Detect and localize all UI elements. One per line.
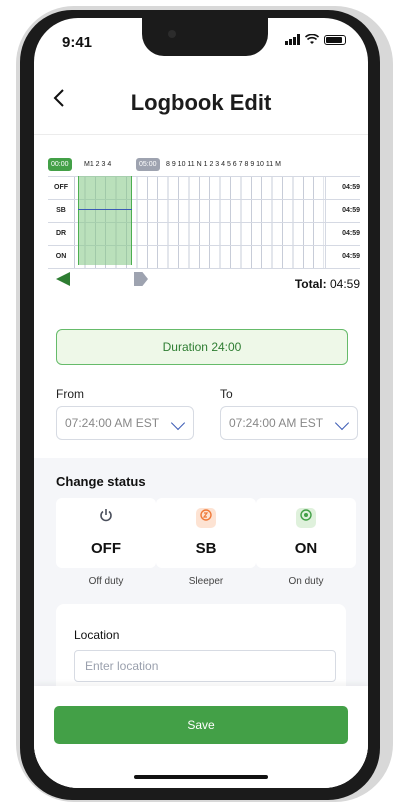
duration-badge: Duration 24:00: [56, 329, 348, 365]
range-start-handle[interactable]: [56, 272, 70, 286]
from-time-select[interactable]: 07:24:00 AM EST: [56, 406, 194, 440]
save-button[interactable]: Save: [54, 706, 348, 744]
start-time-badge: 00:00: [48, 158, 72, 171]
status-icons: [285, 34, 346, 45]
status-code: OFF: [91, 540, 121, 557]
total-value: 04:59: [329, 277, 360, 291]
from-label: From: [56, 387, 84, 401]
hour-labels-right: 8 9 10 11 N 1 2 3 4 5 6 7 8 9 10 11 M: [166, 161, 281, 168]
row-total: 04:59: [325, 223, 360, 245]
bottom-bar: Save: [34, 686, 368, 788]
status-off-button[interactable]: OFF: [56, 498, 156, 568]
signal-icon: [285, 34, 300, 45]
total-label: Total:: [294, 277, 327, 291]
battery-icon: [324, 34, 346, 45]
to-time-value: 07:24:00 AM EST: [229, 416, 324, 430]
location-label: Location: [74, 628, 120, 642]
range-end-handle[interactable]: [134, 272, 148, 286]
chevron-down-icon: [334, 415, 350, 431]
from-time-value: 07:24:00 AM EST: [65, 416, 160, 430]
status-sb-button[interactable]: SB: [156, 498, 256, 568]
target-icon: [296, 508, 316, 528]
home-indicator: [134, 775, 268, 779]
row-total: 04:59: [325, 200, 360, 222]
status-time: 9:41: [62, 34, 93, 51]
log-grid[interactable]: 00:00 M1 2 3 4 05:00 8 9 10 11 N 1 2 3 4…: [48, 158, 360, 313]
location-input[interactable]: Enter location: [74, 650, 336, 682]
change-status-title: Change status: [56, 474, 146, 489]
status-code: ON: [294, 540, 318, 557]
sleeper-icon: [196, 508, 216, 528]
selected-range[interactable]: [78, 176, 132, 265]
row-total: 04:59: [325, 177, 360, 199]
hour-labels: 00:00 M1 2 3 4 05:00 8 9 10 11 N 1 2 3 4…: [48, 158, 360, 172]
sleeper-status-line: [78, 209, 132, 210]
row-label: ON: [48, 246, 75, 268]
status-code: SB: [195, 540, 217, 557]
power-icon: [96, 508, 116, 528]
total-duration: Total: 04:59: [295, 277, 360, 291]
status-sub-label: Off duty: [88, 576, 124, 587]
camera-icon: [168, 30, 176, 38]
status-on-button[interactable]: ON: [256, 498, 356, 568]
notch: [142, 18, 268, 56]
status-sub-label: Sleeper: [188, 576, 224, 587]
hour-labels-left: M1 2 3 4: [84, 161, 112, 168]
row-label: DR: [48, 223, 75, 245]
row-label: SB: [48, 200, 75, 222]
status-sub-label: On duty: [288, 576, 324, 587]
to-time-select[interactable]: 07:24:00 AM EST: [220, 406, 358, 440]
chevron-down-icon: [170, 415, 186, 431]
header: Logbook Edit: [34, 82, 368, 135]
page-title: Logbook Edit: [130, 90, 272, 115]
row-label: OFF: [48, 177, 75, 199]
end-time-badge: 05:00: [136, 158, 160, 171]
wifi-icon: [305, 34, 319, 44]
app-screen: 9:41 Logbook Edit 00:00 M1 2 3 4 05:00 8…: [34, 18, 368, 788]
to-label: To: [220, 387, 233, 401]
row-total: 04:59: [325, 246, 360, 268]
